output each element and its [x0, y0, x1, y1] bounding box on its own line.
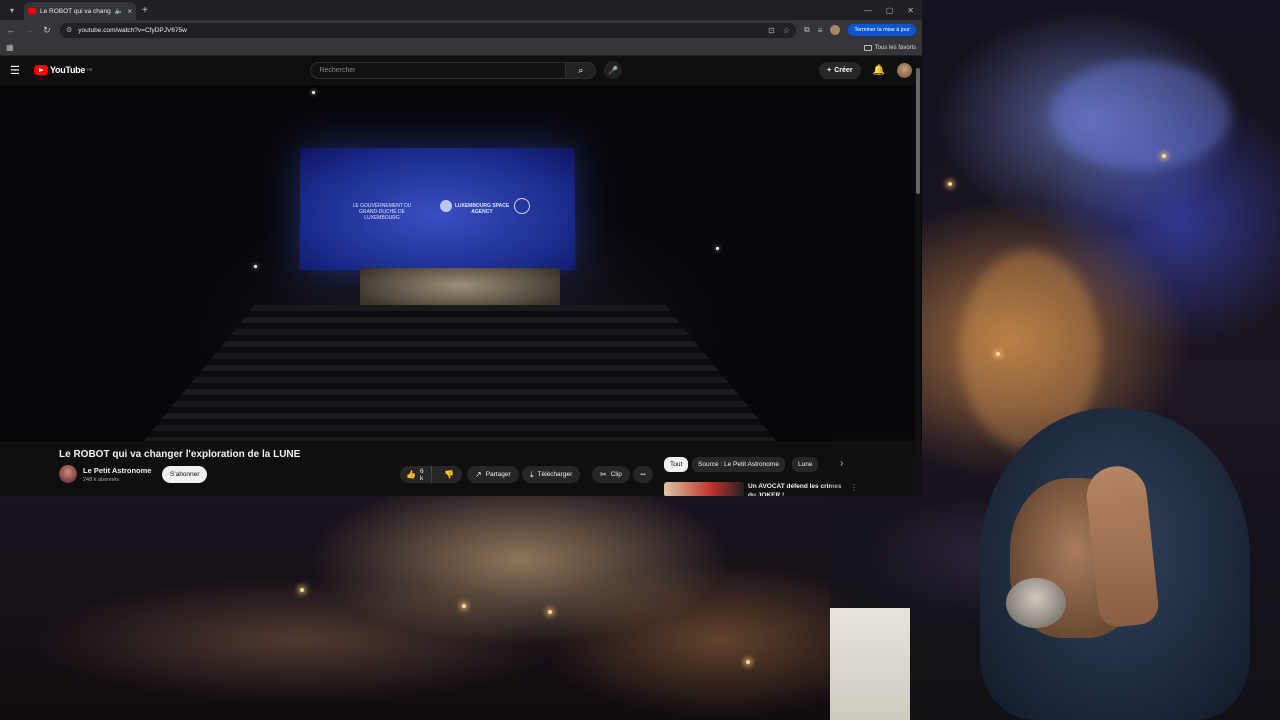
create-button[interactable]: + Créer	[819, 61, 861, 79]
search-icon[interactable]: ⌕	[566, 61, 597, 79]
speaker-icon[interactable]: 🔈	[115, 7, 124, 15]
search-bar: Rechercher ⌕ 🎤	[310, 61, 623, 79]
tab-title: Le ROBOT qui va changer l'	[40, 7, 111, 15]
background-glow	[1050, 60, 1230, 170]
dislike-button[interactable]: 👎	[436, 470, 462, 479]
clip-button[interactable]: ✂ Clip	[592, 466, 630, 483]
new-tab-button[interactable]: +	[142, 5, 148, 16]
webcam-overlay	[830, 408, 1280, 720]
video-player[interactable]: LE GOUVERNEMENT DU GRAND-DUCHÉ DE LUXEMB…	[0, 85, 922, 441]
back-icon[interactable]: ←	[6, 25, 16, 35]
scrollbar-thumb[interactable]	[916, 68, 920, 194]
planet-logo-icon	[513, 198, 531, 214]
tab-search-icon[interactable]: ▾	[4, 2, 20, 18]
background-light	[548, 610, 552, 614]
share-button[interactable]: ↗ Partager	[467, 466, 519, 483]
thumbs-up-icon: 👍	[406, 470, 416, 479]
background-light	[996, 352, 1000, 356]
video-metadata: Le ROBOT qui va changer l'exploration de…	[0, 441, 922, 496]
chip-source[interactable]: Source : Le Petit Astronome	[692, 457, 785, 472]
screen-text-center: LUXEMBOURG SPACE AGENCY	[454, 203, 510, 215]
finish-update-button[interactable]: Terminer la mise à jour	[848, 24, 916, 36]
country-code: FR	[87, 67, 93, 72]
apps-grid-icon[interactable]: ▦	[6, 43, 14, 52]
extensions-icon[interactable]: ⧉	[804, 25, 810, 35]
chip-lune[interactable]: Lune	[792, 457, 819, 472]
microphone-icon[interactable]: 🎤	[604, 61, 623, 79]
scissors-icon: ✂	[600, 470, 607, 479]
profile-avatar[interactable]	[830, 25, 841, 35]
browser-toolbar: ← → ↻ ⚙ youtube.com/watch?v=CfyDPJV675w …	[0, 20, 922, 40]
search-input[interactable]: Rechercher	[310, 61, 567, 79]
youtube-logo-text: YouTube	[50, 65, 86, 75]
maximize-button[interactable]: ▢	[886, 6, 894, 15]
share-label: Partager	[485, 471, 511, 478]
like-button[interactable]: 👍 6 k	[400, 466, 433, 483]
folder-icon	[863, 44, 872, 51]
window-controls: — ▢ ✕	[864, 6, 922, 15]
ceiling-light	[254, 265, 257, 268]
youtube-logo[interactable]: YouTube FR	[34, 65, 92, 75]
download-button[interactable]: ⤓ Télécharger	[522, 466, 581, 483]
like-count: 6 k	[419, 467, 424, 482]
browser-tab[interactable]: Le ROBOT qui va changer l' 🔈 ×	[24, 2, 136, 20]
more-actions-button[interactable]: •••	[633, 466, 653, 483]
download-icon: ⤓	[530, 469, 534, 479]
auditorium-seats	[140, 305, 780, 441]
webcam-foreground-object	[830, 608, 910, 720]
background-light	[746, 660, 750, 664]
like-dislike-group: 👍 6 k 👎	[400, 466, 462, 483]
channel-name[interactable]: Le Petit Astronome	[83, 466, 151, 475]
user-avatar[interactable]	[897, 62, 912, 78]
background-light	[948, 182, 952, 186]
address-bar-actions: ⊡ ☆	[768, 26, 790, 35]
person-beard	[1006, 578, 1066, 628]
close-tab-icon[interactable]: ×	[127, 7, 132, 16]
youtube-play-logo-icon	[34, 65, 48, 75]
ceiling-light	[716, 247, 719, 250]
reload-icon[interactable]: ↻	[42, 25, 52, 36]
hamburger-menu-icon[interactable]: ☰	[10, 64, 24, 77]
address-bar[interactable]: ⚙ youtube.com/watch?v=CfyDPJV675w ⊡ ☆	[60, 22, 796, 38]
screen-text-left: LE GOUVERNEMENT DU GRAND-DUCHÉ DE LUXEMB…	[352, 203, 412, 222]
all-bookmarks-button[interactable]: Tous les favoris	[863, 44, 916, 51]
minimize-button[interactable]: —	[864, 6, 872, 15]
subscriber-count: 248 k abonnés	[83, 477, 120, 483]
forward-icon[interactable]: →	[24, 25, 34, 35]
chip-all[interactable]: Tout	[664, 457, 689, 472]
site-info-icon[interactable]: ⚙	[66, 26, 72, 34]
clip-label: Clip	[610, 471, 622, 478]
background-light	[462, 604, 466, 608]
youtube-favicon-icon	[28, 8, 36, 14]
recommendation-thumbnail[interactable]	[664, 482, 744, 496]
desktop-stage: ▾ Le ROBOT qui va changer l' 🔈 × + — ▢ ✕…	[0, 0, 1280, 720]
video-title: Le ROBOT qui va changer l'exploration de…	[59, 449, 301, 460]
more-dots-icon: •••	[640, 471, 646, 478]
share-icon: ↗	[475, 470, 482, 479]
youtube-header: ☰ YouTube FR Rechercher ⌕ 🎤 + Créer 🔔	[0, 56, 922, 84]
plus-icon: +	[827, 66, 832, 74]
browser-window: ▾ Le ROBOT qui va changer l' 🔈 × + — ▢ ✕…	[0, 0, 922, 496]
create-label: Créer	[834, 66, 853, 74]
header-actions: + Créer 🔔	[819, 61, 912, 79]
ceiling-light	[312, 91, 315, 94]
tab-bar: ▾ Le ROBOT qui va changer l' 🔈 × + — ▢ ✕	[0, 0, 922, 20]
background-light	[300, 588, 304, 592]
download-label: Télécharger	[537, 471, 573, 478]
thumbs-down-icon: 👎	[444, 470, 454, 479]
bookmark-star-icon[interactable]: ☆	[783, 26, 790, 35]
circle-logo-icon	[439, 200, 453, 212]
install-app-icon[interactable]: ⊡	[768, 26, 775, 35]
projection-screen: LE GOUVERNEMENT DU GRAND-DUCHÉ DE LUXEMB…	[299, 148, 576, 271]
channel-avatar[interactable]	[59, 465, 77, 483]
bookmarks-bar: ▦ Tous les favoris	[0, 40, 922, 56]
media-controls-icon[interactable]: ≡	[818, 26, 823, 35]
url-text[interactable]: youtube.com/watch?v=CfyDPJV675w	[78, 27, 187, 34]
all-bookmarks-label: Tous les favoris	[874, 44, 916, 51]
subscribe-button[interactable]: S'abonner	[162, 466, 208, 483]
close-window-button[interactable]: ✕	[907, 6, 914, 15]
notifications-bell-icon[interactable]: 🔔	[873, 65, 885, 76]
background-light	[1162, 154, 1166, 158]
